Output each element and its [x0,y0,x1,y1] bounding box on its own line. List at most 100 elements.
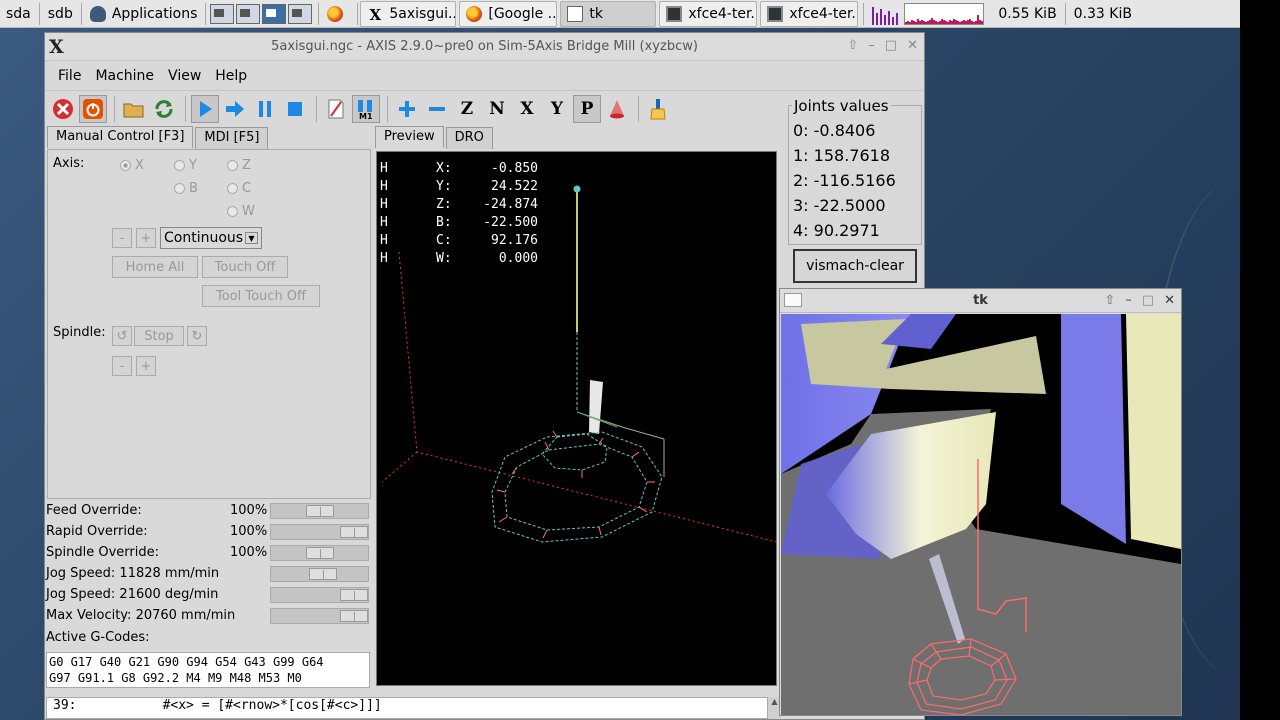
tool-touch-off-button[interactable]: Tool Touch Off [202,285,320,307]
slider-thumb[interactable] [340,589,368,601]
menu-view[interactable]: View [161,68,208,84]
window-menu-icon[interactable] [784,293,802,307]
vismach-3d-view[interactable] [781,314,1181,715]
override-slider[interactable] [270,503,369,519]
override-slider[interactable] [270,587,369,603]
override-percent: 100% [230,503,268,518]
view-rotated-z-icon: N [489,99,505,119]
maximize-icon[interactable]: □ [885,38,897,53]
menu-help[interactable]: Help [208,68,254,84]
view-p-button[interactable]: P [573,95,601,123]
drive-sda[interactable]: sda [0,1,37,27]
axis-titlebar[interactable]: X 5axisgui.ngc - AXIS 2.9.0~pre0 on Sim-… [45,33,924,61]
workspace-1[interactable] [210,3,235,24]
override-slider[interactable] [270,545,369,561]
menu-machine[interactable]: Machine [88,68,161,84]
home-all-button[interactable]: Home All [112,256,198,278]
vismach-clear-button[interactable]: vismach-clear [793,249,917,283]
close-icon[interactable]: ✕ [907,38,918,53]
close-icon[interactable]: ✕ [1164,293,1175,308]
gcode-listing-line[interactable]: 39: #<x> = [#<rnow>*[cos[#<c>]]] [46,697,781,719]
pause-button[interactable] [251,95,279,123]
slider-thumb[interactable] [340,610,368,622]
touch-off-button[interactable]: Touch Off [202,256,288,278]
drive-sdb[interactable]: sdb [42,1,79,27]
override-slider[interactable] [270,566,369,582]
brush-icon [650,99,666,120]
jog-mode-select[interactable]: Continuous ▼ [160,227,262,249]
shade-icon[interactable]: ⇧ [847,38,858,53]
tab-preview[interactable]: Preview [375,126,444,148]
tab-dro[interactable]: DRO [445,127,493,149]
maximize-icon[interactable]: □ [1142,293,1154,308]
block-delete-button[interactable] [322,95,350,123]
override-label: Jog Speed: 11828 mm/min [46,566,220,581]
menu-file[interactable]: File [51,68,88,84]
view-y-button[interactable]: Y [543,95,571,123]
radio-dot-icon [174,183,185,194]
spindle-stop-button[interactable]: Stop [134,326,184,346]
radio-axis-y[interactable]: Y [174,158,197,173]
task-terminal-1[interactable]: xfce4-ter... [659,0,758,27]
tk-titlebar[interactable]: tk ⇧ – □ ✕ [780,289,1181,313]
minimize-icon[interactable]: – [1125,293,1132,308]
override-slider[interactable] [270,524,369,540]
shade-icon[interactable]: ⇧ [1104,293,1115,308]
clear-plot-button[interactable] [644,95,672,123]
step-button[interactable] [221,95,249,123]
spindle-cw-button[interactable]: ↻ [187,326,207,346]
reload-button[interactable] [150,95,178,123]
toolpath-preview[interactable]: H X: -0.850 H Y: 24.522 H Z: -24.874 H B: -22.500 H C… [376,151,777,686]
workspace-3[interactable] [262,3,287,24]
zoom-in-button[interactable] [393,95,421,123]
radio-axis-b[interactable]: B [174,181,198,196]
stop-button[interactable] [281,95,309,123]
spindle-ccw-button[interactable]: ↺ [112,326,132,346]
override-row: Max Velocity: 20760 mm/min [45,606,372,627]
toolbar-separator [114,96,115,122]
slider-thumb[interactable] [306,547,334,559]
task-google[interactable]: [Google ... [459,0,558,27]
radio-axis-x[interactable]: X [120,158,144,173]
open-button[interactable] [120,95,148,123]
jog-minus-button[interactable]: - [112,228,132,248]
workspace-switcher[interactable] [208,1,316,27]
estop-button[interactable] [49,95,77,123]
joint-value: 1: 158.7618 [793,146,890,165]
rotate-view-button[interactable] [603,95,631,123]
run-button[interactable] [191,95,219,123]
view-z2-button[interactable]: N [483,95,511,123]
spindle-minus-button[interactable]: - [112,356,132,376]
tab-manual-control[interactable]: Manual Control [F3] [47,126,194,148]
override-label: Feed Override: [46,503,142,518]
view-z-button[interactable]: Z [453,95,481,123]
view-x-button[interactable]: X [513,95,541,123]
task-label: xfce4-ter... [688,5,758,22]
radio-axis-c[interactable]: C [227,181,251,196]
zoom-out-button[interactable] [423,95,451,123]
radio-axis-z[interactable]: Z [227,158,251,173]
firefox-launcher[interactable] [321,1,355,27]
spindle-plus-button[interactable]: + [136,356,156,376]
task-axis[interactable]: X 5axisgui.... [360,0,457,27]
minimize-icon[interactable]: – [868,38,875,53]
tab-mdi[interactable]: MDI [F5] [195,127,269,149]
workspace-4[interactable] [288,3,313,24]
task-terminal-2[interactable]: xfce4-ter... [760,0,859,27]
manual-control-panel: Axis: X Y Z B C W - + Continuous ▼ Home … [47,149,371,499]
machine-power-button[interactable] [79,95,107,123]
dro-row: H Y: 24.522 [380,178,538,196]
radio-axis-w[interactable]: W [227,204,255,219]
optional-stop-button[interactable]: M1 [352,95,380,123]
dro-value: 92.176 [491,233,538,248]
slider-thumb[interactable] [306,505,334,517]
workspace-2[interactable] [236,3,261,24]
slider-thumb[interactable] [340,526,368,538]
override-slider[interactable] [270,608,369,624]
applications-menu[interactable]: Applications [84,1,204,27]
task-tk[interactable]: tk [560,0,657,27]
slider-thumb[interactable] [309,568,337,580]
zoom-out-icon [429,107,445,111]
jog-plus-button[interactable]: + [136,228,156,248]
taskbar-separator [38,2,40,25]
